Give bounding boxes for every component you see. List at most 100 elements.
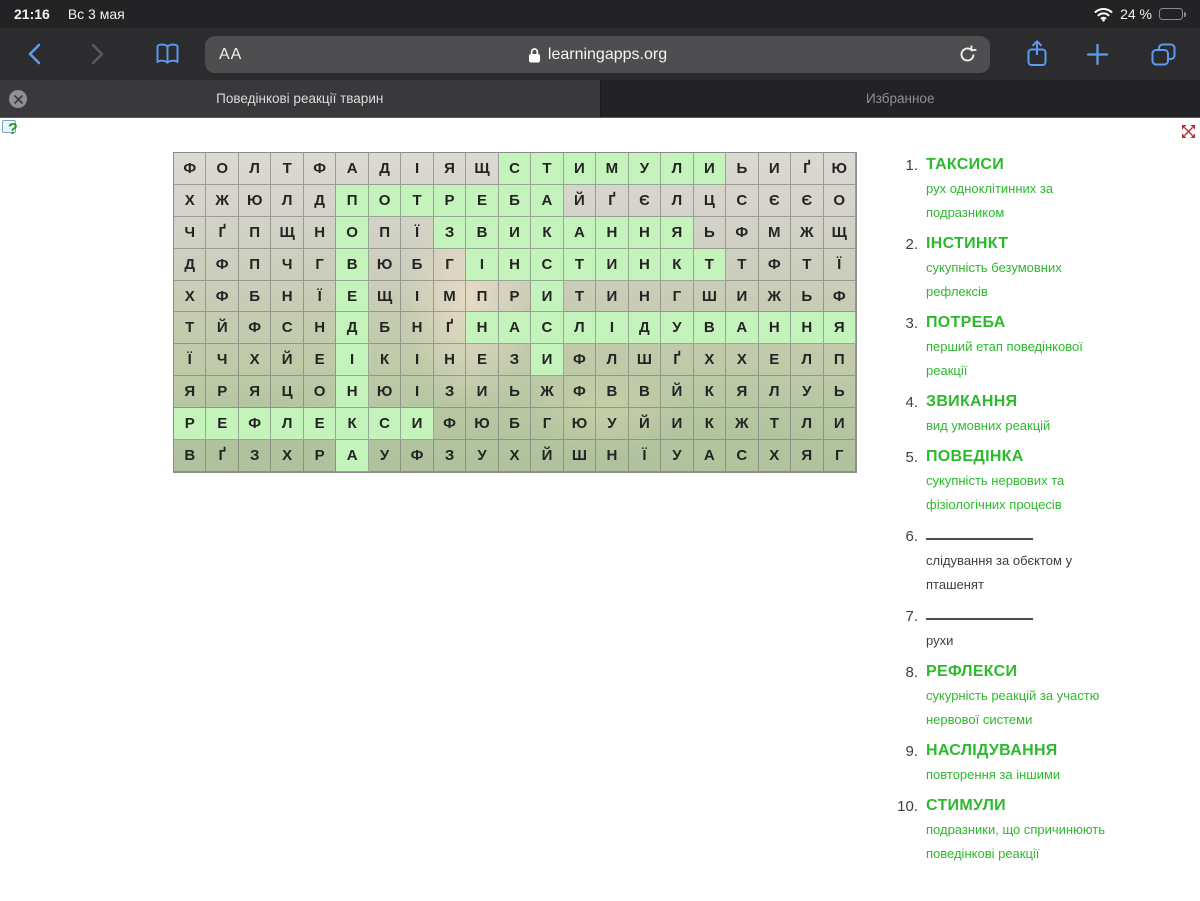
grid-cell[interactable]: Я (791, 440, 824, 472)
grid-cell[interactable]: С (531, 248, 564, 281)
grid-cell[interactable]: И (693, 153, 727, 185)
grid-cell[interactable]: Ш (563, 440, 597, 472)
grid-cell[interactable]: Т (174, 312, 207, 345)
grid-cell[interactable]: Т (531, 153, 564, 185)
grid-cell[interactable]: У (661, 312, 694, 345)
grid-cell[interactable]: Д (174, 248, 207, 281)
grid-cell[interactable]: Ґ (206, 440, 239, 472)
grid-cell[interactable]: И (498, 216, 532, 249)
grid-cell[interactable]: П (238, 216, 272, 249)
grid-cell[interactable]: И (596, 248, 629, 281)
grid-cell[interactable]: Ф (433, 408, 467, 441)
grid-cell[interactable]: А (498, 312, 532, 345)
grid-cell[interactable]: У (628, 153, 662, 185)
grid-cell[interactable]: Й (563, 184, 597, 217)
grid-cell[interactable]: У (466, 440, 499, 472)
grid-cell[interactable]: Й (628, 408, 662, 441)
grid-cell[interactable]: Т (401, 184, 434, 217)
grid-cell[interactable]: В (336, 248, 369, 281)
grid-cell[interactable]: К (368, 344, 402, 377)
grid-cell[interactable]: Ї (303, 280, 337, 313)
grid-cell[interactable]: Й (661, 376, 694, 409)
grid-cell[interactable]: Н (596, 440, 629, 472)
grid-cell[interactable]: Б (401, 248, 434, 281)
grid-cell[interactable]: Б (498, 408, 532, 441)
grid-cell[interactable]: Е (466, 344, 499, 377)
grid-cell[interactable]: Н (466, 312, 499, 345)
grid-cell[interactable]: Х (498, 440, 532, 472)
grid-cell[interactable]: Н (498, 248, 532, 281)
grid-cell[interactable]: К (531, 216, 564, 249)
grid-cell[interactable]: Ї (401, 216, 434, 249)
grid-cell[interactable]: П (466, 280, 499, 313)
grid-cell[interactable]: Д (336, 312, 369, 345)
grid-cell[interactable]: В (174, 440, 207, 472)
grid-cell[interactable]: Х (174, 184, 207, 217)
grid-cell[interactable]: Т (758, 408, 792, 441)
grid-cell[interactable]: Х (271, 440, 304, 472)
grid-cell[interactable]: М (758, 216, 792, 249)
grid-cell[interactable]: Ж (531, 376, 564, 409)
back-button[interactable] (20, 28, 50, 80)
grid-cell[interactable]: Ф (401, 440, 434, 472)
grid-cell[interactable]: Ф (303, 153, 337, 185)
grid-cell[interactable]: Й (271, 344, 304, 377)
grid-cell[interactable]: Щ (271, 216, 304, 249)
grid-cell[interactable]: Е (466, 184, 499, 217)
grid-cell[interactable]: Т (693, 248, 727, 281)
tab-overview-button[interactable] (1145, 28, 1181, 80)
grid-cell[interactable]: О (823, 184, 856, 217)
grid-cell[interactable]: Д (628, 312, 662, 345)
grid-cell[interactable]: Й (206, 312, 239, 345)
grid-cell[interactable]: У (791, 376, 824, 409)
grid-cell[interactable]: Н (271, 280, 304, 313)
grid-cell[interactable]: И (466, 376, 499, 409)
grid-cell[interactable]: И (758, 153, 792, 185)
grid-cell[interactable]: С (498, 153, 532, 185)
grid-cell[interactable]: У (596, 408, 629, 441)
grid-cell[interactable]: С (368, 408, 402, 441)
hint-icon[interactable]: ? (2, 120, 24, 142)
grid-cell[interactable]: С (726, 184, 759, 217)
grid-cell[interactable]: Ї (628, 440, 662, 472)
grid-cell[interactable]: К (661, 248, 694, 281)
grid-cell[interactable]: С (726, 440, 759, 472)
grid-cell[interactable]: Х (174, 280, 207, 313)
grid-cell[interactable]: А (336, 440, 369, 472)
grid-cell[interactable]: И (823, 408, 856, 441)
grid-cell[interactable]: Ц (271, 376, 304, 409)
grid-cell[interactable]: Є (791, 184, 824, 217)
grid-cell[interactable]: В (596, 376, 629, 409)
grid-cell[interactable]: О (206, 153, 239, 185)
grid-cell[interactable]: Г (303, 248, 337, 281)
grid-cell[interactable]: В (693, 312, 727, 345)
grid-cell[interactable]: Ф (238, 312, 272, 345)
grid-cell[interactable]: Ж (206, 184, 239, 217)
grid-cell[interactable]: Е (336, 280, 369, 313)
grid-cell[interactable]: З (498, 344, 532, 377)
grid-cell[interactable]: Ф (823, 280, 856, 313)
grid-cell[interactable]: У (368, 440, 402, 472)
grid-cell[interactable]: М (433, 280, 467, 313)
grid-cell[interactable]: М (596, 153, 629, 185)
grid-cell[interactable]: Я (726, 376, 759, 409)
grid-cell[interactable]: Ґ (206, 216, 239, 249)
grid-cell[interactable]: Т (563, 280, 597, 313)
grid-cell[interactable]: Н (433, 344, 467, 377)
grid-cell[interactable]: Ю (238, 184, 272, 217)
grid-cell[interactable]: У (661, 440, 694, 472)
grid-cell[interactable]: З (238, 440, 272, 472)
grid-cell[interactable]: Ь (693, 216, 727, 249)
grid-cell[interactable]: Ф (726, 216, 759, 249)
grid-cell[interactable]: Ю (368, 376, 402, 409)
grid-cell[interactable]: И (661, 408, 694, 441)
grid-cell[interactable]: Ж (758, 280, 792, 313)
grid-cell[interactable]: Б (368, 312, 402, 345)
grid-cell[interactable]: Е (303, 344, 337, 377)
grid-cell[interactable]: Х (726, 344, 759, 377)
grid-cell[interactable]: Н (303, 312, 337, 345)
grid-cell[interactable]: Х (758, 440, 792, 472)
grid-cell[interactable]: Л (758, 376, 792, 409)
grid-cell[interactable]: Ь (823, 376, 856, 409)
grid-cell[interactable]: Н (596, 216, 629, 249)
